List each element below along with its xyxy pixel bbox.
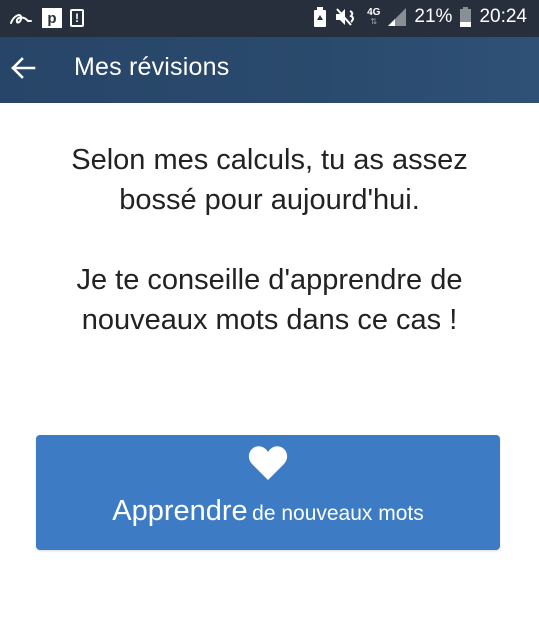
arrow-left-icon[interactable] <box>10 55 36 81</box>
message-line-1: Selon mes calculs, tu as assez bossé pou… <box>71 144 468 216</box>
status-bar: p ! 4G ⇅ 21% 20:24 <box>0 0 539 37</box>
clock: 20:24 <box>479 6 527 27</box>
notice-icon: ! <box>70 9 84 27</box>
learn-button-label: Apprendre de nouveaux mots <box>36 495 500 528</box>
status-bar-right: 4G ⇅ 21% 20:24 <box>313 6 527 28</box>
data-arrows: ⇅ <box>370 17 378 26</box>
battery-percent: 21% <box>414 6 453 27</box>
battery-icon <box>460 7 472 27</box>
signal-icon <box>388 8 407 26</box>
network-label: 4G <box>367 7 381 18</box>
app-toolbar: Mes révisions <box>0 37 539 103</box>
mute-icon <box>336 8 355 26</box>
notice-glyph: ! <box>75 11 79 25</box>
status-bar-left: p ! <box>8 7 84 29</box>
battery-saver-icon <box>314 7 327 27</box>
heart-icon <box>248 446 288 480</box>
done-message: Selon mes calculs, tu as assez bossé pou… <box>0 140 539 380</box>
4g-icon: 4G ⇅ <box>367 7 381 27</box>
app-a-icon <box>10 14 32 24</box>
p-app-icon: p <box>42 8 62 28</box>
learn-new-words-button[interactable]: Apprendre de nouveaux mots <box>36 435 500 550</box>
p-app-letter: p <box>47 9 57 27</box>
message-line-2: Je te conseille d'apprendre de nouveaux … <box>76 264 463 336</box>
learn-button-sub-label: de nouveaux mots <box>252 502 424 525</box>
page-title: Mes révisions <box>74 53 230 81</box>
learn-button-main-label: Apprendre <box>112 495 248 527</box>
